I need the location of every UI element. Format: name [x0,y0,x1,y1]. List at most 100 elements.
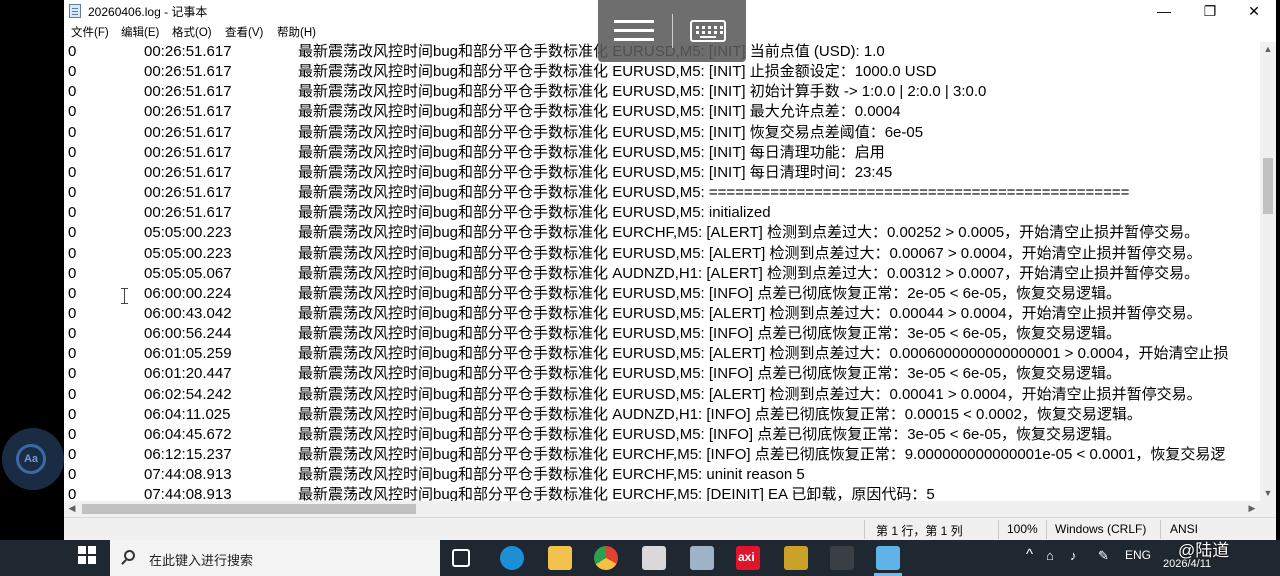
log-line-message: 最新震荡改风控时间bug和部分平仓手数标准化 EURUSD,M5: [INIT]… [298,143,885,161]
windows-start-icon[interactable] [78,546,96,564]
log-line-message: 最新震荡改风控时间bug和部分平仓手数标准化 EURUSD,M5: [ALERT… [298,345,1229,363]
log-line-message: 最新震荡改风控时间bug和部分平仓手数标准化 EURUSD,M5: [INIT]… [298,103,901,121]
log-line-message: 最新震荡改风控时间bug和部分平仓手数标准化 EURCHF,M5: [ALERT… [298,224,1200,242]
status-divider [1160,520,1161,539]
taskbar-search-box[interactable]: 在此键入进行搜索 [110,540,440,576]
search-icon [124,550,135,561]
log-line-time: 00:26:51.617 [144,163,232,181]
menu-edit[interactable]: 编辑(E) [121,24,159,40]
edge-icon[interactable] [500,546,524,570]
zoom-level: 100% [1007,522,1038,536]
log-line-number: 0 [68,204,77,222]
axi-label: axi [738,550,755,564]
remote-control-overlay [598,0,746,62]
maximize-button[interactable]: ❐ [1188,0,1232,22]
tray-chevron-icon[interactable]: ^ [1026,546,1033,563]
close-button[interactable]: ✕ [1232,0,1276,22]
scrollbar-corner [1260,501,1276,517]
horizontal-scrollbar[interactable]: ◀ ▶ [64,501,1260,517]
log-line-time: 05:05:05.067 [144,264,232,282]
menu-view[interactable]: 查看(V) [225,24,263,40]
menu-help[interactable]: 帮助(H) [277,24,316,40]
input-language[interactable]: ENG [1125,548,1151,562]
log-line-time: 00:26:51.617 [144,83,232,101]
log-line-time: 06:00:43.042 [144,304,232,322]
status-divider [864,520,865,539]
log-line-time: 06:12:15.237 [144,446,232,463]
vertical-scroll-thumb[interactable] [1263,158,1273,214]
log-line-message: 最新震荡改风控时间bug和部分平仓手数标准化 EURUSD,M5: ======… [298,184,1130,202]
remote-desktop-icon[interactable] [690,546,714,570]
scroll-left-icon[interactable]: ◀ [64,503,80,514]
log-line-time: 00:26:51.617 [144,123,232,141]
log-line-time: 07:44:08.913 [144,466,232,484]
axi-icon[interactable]: axi [736,546,760,570]
log-line-number: 0 [68,405,77,423]
minimize-button[interactable]: — [1142,0,1186,22]
log-line-number: 0 [68,425,77,443]
log-line-number: 0 [68,63,77,81]
log-line-number: 0 [68,304,77,322]
log-line-number: 0 [68,325,77,343]
log-line-message: 最新震荡改风控时间bug和部分平仓手数标准化 EURCHF,M5: [INFO]… [298,446,1226,463]
cursor-position: 第 1 行，第 1 列 [876,524,963,538]
log-line-time: 00:26:51.617 [144,143,232,161]
log-line-message: 最新震荡改风控时间bug和部分平仓手数标准化 EURUSD,M5: [INFO]… [298,284,1122,302]
log-line-time: 05:05:00.223 [144,244,232,262]
menu-format[interactable]: 格式(O) [172,24,212,40]
log-line-message: 最新震荡改风控时间bug和部分平仓手数标准化 EURCHF,M5: uninit… [298,466,805,484]
log-line-number: 0 [68,486,77,501]
volume-icon[interactable]: ♪ [1070,548,1077,563]
task-view-icon[interactable] [452,549,470,567]
log-line-message: 最新震荡改风控时间bug和部分平仓手数标准化 AUDNZD,H1: [INFO]… [298,405,1142,423]
log-line-message: 最新震荡改风控时间bug和部分平仓手数标准化 EURUSD,M5: [INFO]… [298,365,1122,383]
file-explorer-icon[interactable] [548,546,572,570]
text-editor[interactable]: 0 00:26:51.617 最新震荡改风控时间bug和部分平仓手数标准化 EURU… [64,42,1260,501]
log-line-message: 最新震荡改风控时间bug和部分平仓手数标准化 EURCHF,M5: [DEINI… [298,486,935,501]
status-bar: 第 1 行，第 1 列 100% Windows (CRLF) ANSI [64,517,1276,540]
log-line-message: 最新震荡改风控时间bug和部分平仓手数标准化 EURUSD,M5: [ALERT… [298,385,1202,403]
log-line-message: 最新震荡改风控时间bug和部分平仓手数标准化 EURUSD,M5: [INFO]… [298,425,1122,443]
log-line-number: 0 [68,103,77,121]
search-placeholder: 在此键入进行搜索 [149,553,254,568]
log-line-time: 00:26:51.617 [144,184,232,202]
keyboard-icon[interactable] [690,20,726,42]
pen-icon[interactable]: ✎ [1098,548,1109,564]
hamburger-menu-icon[interactable] [614,20,654,23]
watermark-text: @陆道 [1178,541,1230,560]
log-line-time: 06:02:54.242 [144,385,232,403]
accessibility-bubble[interactable]: Aa [2,428,64,490]
log-line-number: 0 [68,466,77,484]
network-icon[interactable]: ⌂ [1046,548,1054,563]
log-line-message: 最新震荡改风控时间bug和部分平仓手数标准化 EURUSD,M5: [ALERT… [298,304,1202,322]
chrome-icon[interactable] [594,546,618,570]
log-line-time: 00:26:51.617 [144,204,232,222]
horizontal-scroll-thumb[interactable] [82,504,416,514]
metatrader-icon[interactable] [784,546,808,570]
status-divider [998,520,999,539]
log-line-number: 0 [68,143,77,161]
log-line-number: 0 [68,184,77,202]
log-line-message: 最新震荡改风控时间bug和部分平仓手数标准化 EURUSD,M5: [INIT]… [298,63,937,81]
text-cursor-icon [121,288,128,304]
log-line-number: 0 [68,224,77,242]
scroll-down-icon[interactable]: ▼ [1260,488,1276,498]
paint-icon[interactable] [642,546,666,570]
log-line-message: 最新震荡改风控时间bug和部分平仓手数标准化 EURUSD,M5: [INIT]… [298,43,885,60]
status-divider [1046,520,1047,539]
log-line-message: 最新震荡改风控时间bug和部分平仓手数标准化 EURUSD,M5: initia… [298,204,771,222]
log-line-number: 0 [68,163,77,181]
menu-file[interactable]: 文件(F) [71,24,109,40]
log-line-time: 06:04:11.025 [144,405,231,423]
text-size-icon: Aa [16,444,46,474]
log-line-time: 00:26:51.617 [144,103,232,121]
terminal-icon[interactable] [830,546,854,570]
log-line-time: 00:26:51.617 [144,63,232,81]
screen: 20260406.log - 记事本 — ❐ ✕ 文件(F) 编辑(E) 格式(… [0,0,1280,576]
log-line-message: 最新震荡改风控时间bug和部分平仓手数标准化 EURUSD,M5: [INFO]… [298,325,1122,343]
notepad-icon[interactable] [876,546,900,570]
vertical-scrollbar[interactable]: ▲ ▼ [1260,42,1276,501]
log-line-number: 0 [68,284,77,302]
scroll-right-icon[interactable]: ▶ [1244,503,1260,514]
scroll-up-icon[interactable]: ▲ [1260,44,1276,54]
